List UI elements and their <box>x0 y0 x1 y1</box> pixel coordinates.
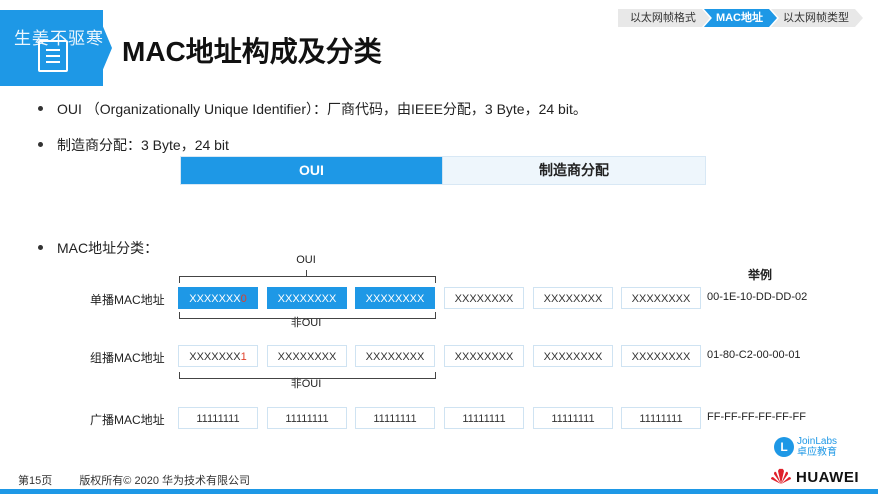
copyright: 版权所有© 2020 华为技术有限公司 <box>79 475 250 487</box>
row-label: 单播MAC地址 <box>90 293 165 307</box>
row-label: 组播MAC地址 <box>90 351 165 365</box>
bullet-dot <box>38 141 43 147</box>
bullet-vendor: 制造商分配：3 Byte，24 bit <box>38 135 229 155</box>
footer: 第15页 版权所有© 2020 华为技术有限公司 <box>18 472 250 488</box>
mac-byte-cell: XXXXXXXX <box>444 287 524 309</box>
joinlabs-text: JoinLabs 卓应教育 <box>797 436 837 458</box>
brace-tick <box>306 270 307 276</box>
row-label: 广播MAC地址 <box>90 413 165 427</box>
mac-byte-text: XXXXXXXX <box>631 293 691 305</box>
mac-byte-text: 11111111 <box>551 413 595 425</box>
mac-byte-cell: 11111111 <box>267 407 347 429</box>
huawei-brand: HUAWEI <box>796 469 859 486</box>
ig-bit: 1 <box>240 351 247 363</box>
mac-byte-cell: 11111111 <box>444 407 524 429</box>
mac-byte-text: XXXXXXX <box>189 293 241 305</box>
breadcrumb: 以太网帧格式 MAC地址 以太网帧类型 <box>618 9 863 27</box>
slide-title: MAC地址构成及分类 <box>122 36 382 67</box>
mac-byte-text: XXXXXXXX <box>543 293 603 305</box>
brace-broadcast-top <box>179 372 436 379</box>
mac-byte-cell: 11111111 <box>621 407 701 429</box>
breadcrumb-item-mac-address[interactable]: MAC地址 <box>704 9 777 27</box>
mac-byte-text: XXXXXXXX <box>365 351 425 363</box>
mac-byte-cell: XXXXXXXX <box>355 345 435 367</box>
mac-byte-cell: XXXXXXXX <box>533 287 613 309</box>
example-mac: 01-80-C2-00-00-01 <box>707 349 801 361</box>
joinlabs-cn: 卓应教育 <box>797 447 837 458</box>
mac-byte-text: XXXXXXXX <box>543 351 603 363</box>
mac-byte-text: 11111111 <box>639 413 683 425</box>
breadcrumb-item-frame-format[interactable]: 以太网帧格式 <box>618 9 710 27</box>
brace-unicast <box>179 276 436 283</box>
example-header: 举例 <box>748 268 773 282</box>
bullet-dot <box>38 105 43 111</box>
mac-byte-text: XXXXXXXX <box>631 351 691 363</box>
example-mac: FF-FF-FF-FF-FF-FF <box>707 411 806 423</box>
mac-byte-text: 11111111 <box>462 413 506 425</box>
bullet-classes: MAC地址分类： <box>38 238 158 258</box>
mac-byte-text: XXXXXXXX <box>277 293 337 305</box>
example-mac: 00-1E-10-DD-DD-02 <box>707 291 808 303</box>
brace-multicast-top <box>179 312 436 319</box>
mac-byte-cell: XXXXXXXX <box>621 287 701 309</box>
bullet-oui: OUI （Organizationally Unique Identifier）… <box>38 99 587 119</box>
bottom-accent-line <box>0 489 878 494</box>
mac-byte-text: 11111111 <box>285 413 329 425</box>
mac-byte-cell: XXXXXXXX <box>444 345 524 367</box>
mac-byte-cell: XXXXXXX1 <box>178 345 258 367</box>
mac-byte-cell: 11111111 <box>178 407 258 429</box>
mac-byte-cell: XXXXXXXX <box>267 345 347 367</box>
mac-byte-cell: 11111111 <box>355 407 435 429</box>
bullet-classes-text: MAC地址分类： <box>57 240 159 256</box>
oui-segment: OUI <box>181 157 442 184</box>
page-number: 第15页 <box>18 475 53 487</box>
oui-structure-bar: OUI 制造商分配 <box>180 156 706 185</box>
mac-byte-text: XXXXXXXX <box>454 293 514 305</box>
mac-byte-cell: XXXXXXX0 <box>178 287 258 309</box>
document-icon <box>38 40 68 72</box>
mac-byte-text: XXXXXXXX <box>454 351 514 363</box>
mac-byte-text: XXXXXXXX <box>277 351 337 363</box>
mac-byte-cell: XXXXXXXX <box>533 345 613 367</box>
mac-byte-text: XXXXXXXX <box>365 293 425 305</box>
mac-byte-cell: XXXXXXXX <box>267 287 347 309</box>
joinlabs-en: JoinLabs <box>797 436 838 447</box>
bullet-dot <box>38 244 43 250</box>
mac-byte-cell: XXXXXXXX <box>355 287 435 309</box>
ig-bit: 0 <box>240 293 247 305</box>
huawei-logo-icon <box>771 468 791 484</box>
breadcrumb-item-frame-type[interactable]: 以太网帧类型 <box>771 9 863 27</box>
mac-byte-cell: XXXXXXXX <box>621 345 701 367</box>
mac-byte-text: 11111111 <box>373 413 417 425</box>
mac-byte-text: 11111111 <box>196 413 240 425</box>
joinlabs-logo-icon: L <box>774 437 794 457</box>
brace-label-oui: OUI <box>296 254 316 266</box>
bullet-oui-text: OUI （Organizationally Unique Identifier）… <box>57 101 587 117</box>
mac-byte-cell: 11111111 <box>533 407 613 429</box>
vendor-segment: 制造商分配 <box>442 157 705 184</box>
bullet-vendor-text: 制造商分配：3 Byte，24 bit <box>57 137 229 153</box>
mac-byte-text: XXXXXXX <box>189 351 241 363</box>
